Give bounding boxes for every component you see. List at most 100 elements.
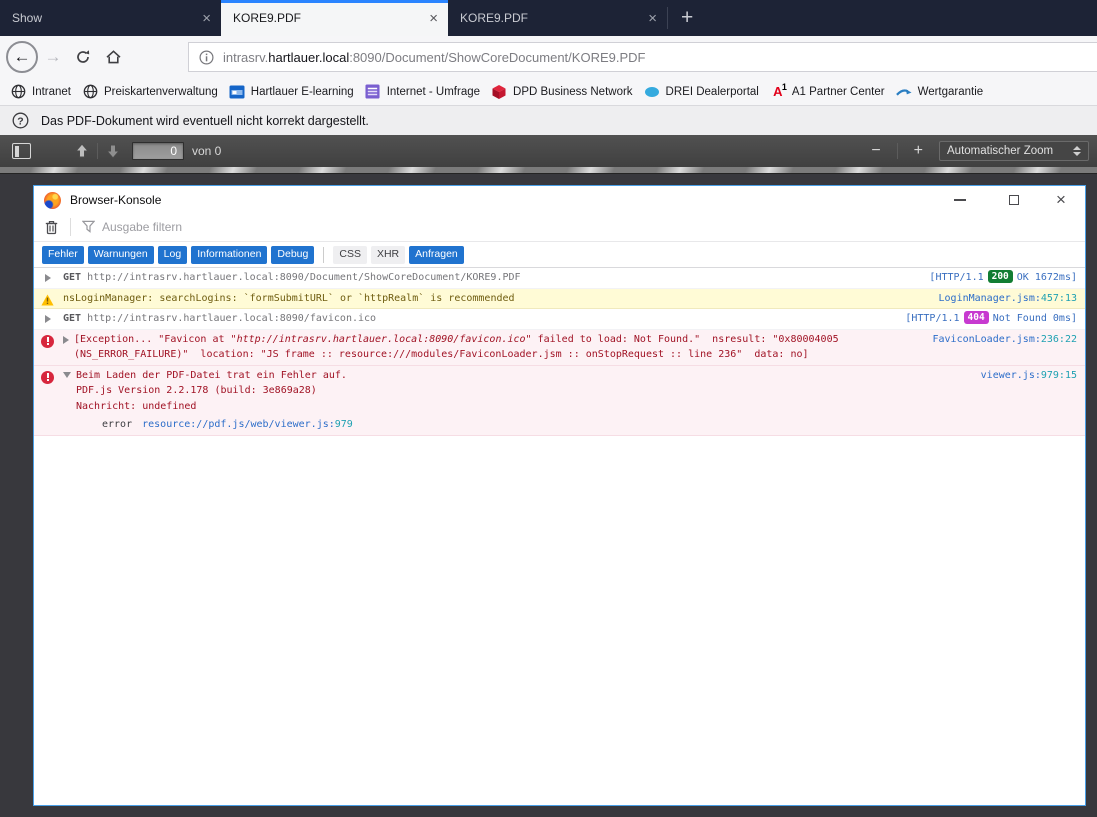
source-line: 979:15 (1041, 370, 1077, 381)
tab-close-icon[interactable]: × (429, 10, 438, 27)
collapse-arrow-icon[interactable] (63, 372, 71, 378)
expand-arrow-icon[interactable] (45, 274, 51, 282)
tab-title: KORE9.PDF (460, 11, 528, 25)
bookmark-preiskartenverwaltung[interactable]: Preiskartenverwaltung (82, 84, 218, 100)
toolbar-separator (70, 218, 71, 236)
filter-xhr-button[interactable]: XHR (371, 246, 405, 264)
back-button[interactable]: ← (6, 41, 38, 73)
console-row-warning-loginmanager[interactable]: nsLoginManager: searchLogins: `formSubmi… (34, 289, 1085, 310)
internet-umfrage-icon (365, 84, 381, 100)
filter-warnings-button[interactable]: Warnungen (88, 246, 154, 264)
navigation-toolbar: ← → intrasrv.hartlauer.local:8090/Docume… (0, 36, 1097, 78)
url-subdomain: intrasrv. (223, 50, 268, 65)
bookmark-label: Intranet (32, 86, 71, 98)
warning-icon (41, 294, 54, 306)
pdf-viewer-toolbar: 0 von 0 − + Automatischer Zoom (0, 135, 1097, 167)
trash-icon (44, 219, 59, 235)
http-status[interactable]: [HTTP/1.1404Not Found 0ms] (905, 311, 1077, 327)
stack-file-link[interactable]: resource://pdf.js/web/viewer.js: (142, 419, 335, 430)
select-arrows-icon (1073, 146, 1081, 156)
bookmark-dpd-business-network[interactable]: DPD Business Network (491, 84, 633, 100)
status-text: Not Found 0ms] (993, 313, 1077, 324)
bookmark-intranet[interactable]: Intranet (10, 84, 71, 100)
url-bar[interactable]: intrasrv.hartlauer.local:8090/Document/S… (188, 42, 1097, 72)
bookmark-internet-umfrage[interactable]: Internet - Umfrage (365, 84, 480, 100)
tab-kore9-active[interactable]: KORE9.PDF × (221, 0, 448, 36)
filter-debug-button[interactable]: Debug (271, 246, 314, 264)
bookmark-drei-dealerportal[interactable]: DREI Dealerportal (644, 84, 759, 100)
filter-requests-button[interactable]: Anfragen (409, 246, 464, 264)
console-window-title: Browser-Konsole (70, 193, 161, 207)
filter-css-button[interactable]: CSS (333, 246, 367, 264)
bookmark-wertgarantie[interactable]: Wertgarantie (896, 84, 984, 100)
dpd-cube-icon (491, 84, 507, 100)
request-url: http://intrasrv.hartlauer.local:8090/fav… (87, 313, 376, 324)
expand-arrow-icon[interactable] (63, 336, 69, 344)
bookmark-a1-partner-center[interactable]: A1 A1 Partner Center (770, 84, 885, 100)
filter-errors-button[interactable]: Fehler (42, 246, 84, 264)
pdf-loading-progress-bar (0, 167, 1097, 174)
new-tab-button[interactable]: + (668, 0, 706, 36)
pdf-content-area: Browser-Konsole × Ausgabe filtern Fehler… (0, 174, 1097, 817)
http-method: GET (63, 313, 81, 324)
zoom-out-button[interactable]: − (861, 142, 890, 160)
error-icon (41, 371, 54, 384)
tab-show[interactable]: Show × (0, 0, 221, 36)
console-row-network-get-favicon[interactable]: GET http://intrasrv.hartlauer.local:8090/… (34, 309, 1085, 330)
clear-console-button[interactable] (44, 219, 59, 235)
source-line: 457:13 (1041, 293, 1077, 304)
help-question-icon: ? (12, 112, 29, 129)
console-row-error-pdf-load[interactable]: Beim Laden der PDF-Datei trat ein Fehler… (34, 366, 1085, 436)
close-button[interactable]: × (1041, 190, 1081, 210)
expand-arrow-icon[interactable] (45, 315, 51, 323)
url-domain: hartlauer.local (268, 50, 349, 65)
maximize-icon (1009, 195, 1019, 205)
reload-icon (75, 49, 91, 65)
bookmarks-toolbar: Intranet Preiskartenverwaltung Hartlauer… (0, 78, 1097, 105)
globe-icon (10, 84, 26, 100)
bookmark-label: DREI Dealerportal (666, 86, 759, 98)
console-title-bar[interactable]: Browser-Konsole × (34, 186, 1085, 212)
filter-log-button[interactable]: Log (158, 246, 188, 264)
page-count-label: von 0 (192, 144, 221, 158)
http-status[interactable]: [HTTP/1.1200OK 1672ms] (929, 270, 1077, 286)
back-arrow-icon: ← (14, 47, 31, 67)
minimize-button[interactable] (933, 191, 987, 209)
reload-button[interactable] (68, 49, 98, 65)
notification-text: Das PDF-Dokument wird eventuell nicht ko… (41, 114, 369, 128)
source-location-link[interactable]: FaviconLoader.jsm:236:22 (933, 332, 1078, 348)
browser-console-window: Browser-Konsole × Ausgabe filtern Fehler… (33, 185, 1086, 806)
source-location-link[interactable]: viewer.js:979:15 (981, 368, 1077, 384)
bookmark-label: DPD Business Network (513, 86, 633, 98)
toggle-sidebar-button[interactable] (12, 143, 31, 159)
next-page-button[interactable] (104, 142, 122, 160)
firefox-window: Show × KORE9.PDF × KORE9.PDF × + ← → int… (0, 0, 1097, 817)
previous-page-button[interactable] (73, 142, 91, 160)
console-row-error-favicon-exception[interactable]: [Exception... "Favicon at "http://intras… (34, 330, 1085, 366)
page-number-input[interactable]: 0 (132, 142, 184, 160)
filter-output-input[interactable]: Ausgabe filtern (102, 220, 182, 234)
minimize-icon (954, 199, 966, 201)
bookmark-label: Hartlauer E-learning (251, 86, 354, 98)
forward-button[interactable]: → (38, 47, 68, 67)
zoom-select-value: Automatischer Zoom (947, 145, 1053, 157)
filter-info-button[interactable]: Informationen (191, 246, 267, 264)
hartlauer-elearning-icon (229, 84, 245, 100)
tab-kore9-2[interactable]: KORE9.PDF × (448, 0, 667, 36)
console-filter-bar: Fehler Warnungen Log Informationen Debug… (34, 242, 1085, 268)
home-button[interactable] (98, 49, 128, 65)
zoom-in-button[interactable]: + (904, 142, 933, 160)
stack-trace: errorresource://pdf.js/web/viewer.js:979 (76, 417, 971, 433)
zoom-select[interactable]: Automatischer Zoom (939, 141, 1089, 161)
tab-close-icon[interactable]: × (202, 10, 211, 27)
status-code-badge: 200 (988, 270, 1013, 283)
stack-line: 979 (335, 419, 353, 430)
site-info-icon[interactable] (199, 50, 214, 65)
maximize-button[interactable] (987, 191, 1041, 209)
source-location-link[interactable]: LoginManager.jsm:457:13 (939, 291, 1077, 307)
tab-title: Show (12, 11, 42, 25)
tab-close-icon[interactable]: × (648, 10, 657, 27)
status-text: OK 1672ms] (1017, 272, 1077, 283)
bookmark-hartlauer-elearning[interactable]: Hartlauer E-learning (229, 84, 354, 100)
console-row-network-get-kore9[interactable]: GEThttp://intrasrv.hartlauer.local:8090/… (34, 268, 1085, 289)
